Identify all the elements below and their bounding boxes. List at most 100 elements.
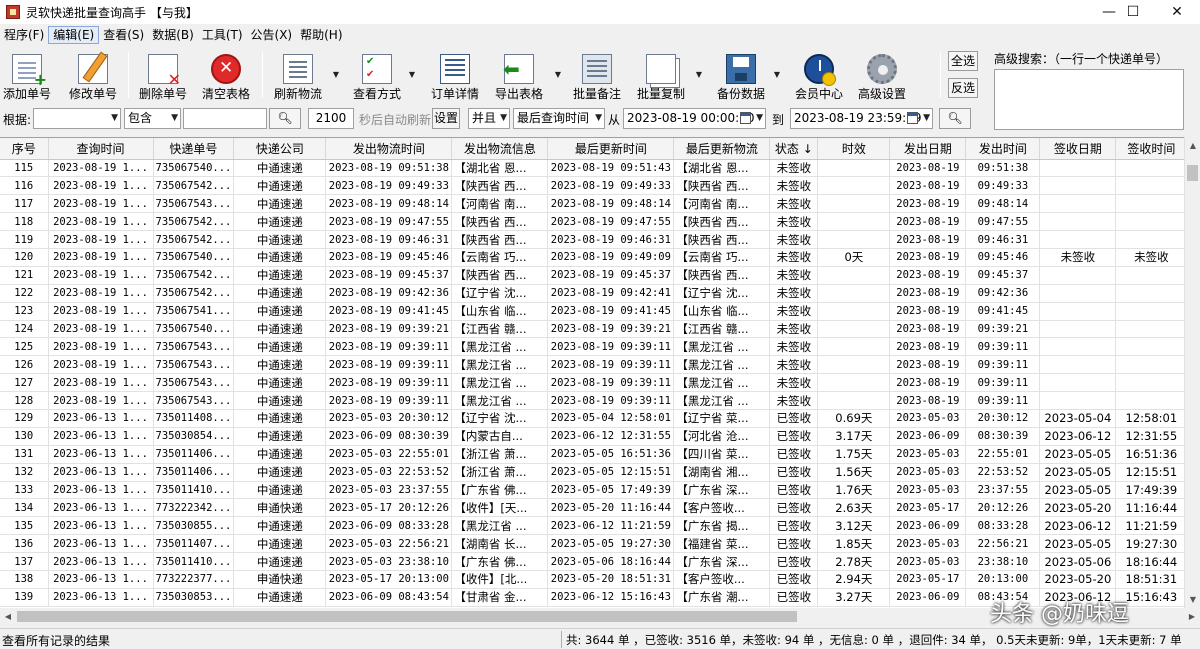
- table-row[interactable]: 115 2023-08-19 1... 735067540... 中通速递 2023-0…: [0, 159, 1188, 178]
- batch-note-button[interactable]: 批量备注: [572, 49, 622, 101]
- column-header[interactable]: 发出物流时间: [325, 138, 453, 160]
- order-detail-button[interactable]: 订单详情: [430, 49, 480, 101]
- keyword-input[interactable]: [183, 108, 267, 129]
- table-row[interactable]: 138 2023-06-13 1... 773222377... 申通快递 2023-0…: [0, 570, 1188, 589]
- horizontal-scroll-thumb[interactable]: [17, 611, 797, 622]
- table-row[interactable]: 134 2023-06-13 1... 773222342... 申通快递 2023-0…: [0, 498, 1188, 518]
- table-row[interactable]: 119 2023-08-19 1... 735067542... 中通速递 2023-0…: [0, 230, 1188, 249]
- logic-select[interactable]: 并且 ▼: [468, 108, 510, 129]
- select-all-button[interactable]: 全选: [948, 51, 978, 71]
- batch-copy-button[interactable]: 批量复制: [636, 49, 686, 101]
- pencil-icon: [78, 54, 108, 84]
- view-mode-button[interactable]: 查看方式: [352, 49, 402, 101]
- edit-number-button[interactable]: 修改单号: [68, 49, 118, 101]
- table-row[interactable]: 121 2023-08-19 1... 735067542... 中通速递 2023-0…: [0, 266, 1188, 285]
- floppy-disk-icon: [726, 54, 756, 84]
- table-cell: 735011407...: [153, 534, 235, 554]
- table-row[interactable]: 123 2023-08-19 1... 735067541... 中通速递 2023-0…: [0, 302, 1188, 321]
- scroll-left-arrow-icon[interactable]: ◀: [0, 608, 16, 625]
- export-table-button[interactable]: 导出表格: [494, 49, 544, 101]
- table-cell: 2023-05-04: [1039, 409, 1117, 428]
- table-row[interactable]: 136 2023-06-13 1... 735011407... 中通速递 2023-0…: [0, 534, 1188, 554]
- refresh-interval-input[interactable]: 2100: [308, 108, 354, 129]
- clear-table-button[interactable]: 清空表格: [201, 49, 251, 101]
- table-cell: 20:30:12: [965, 409, 1041, 428]
- backup-dropdown-arrow-icon[interactable]: ▼: [772, 70, 782, 80]
- table-row[interactable]: 133 2023-06-13 1... 735011410... 中通速递 2023-0…: [0, 481, 1188, 500]
- backup-data-button[interactable]: 备份数据: [714, 49, 768, 101]
- invert-selection-button[interactable]: 反选: [948, 78, 978, 98]
- table-cell: [1115, 176, 1188, 196]
- date-to-picker[interactable]: 2023-08-19 23:59:59 ▼: [790, 108, 933, 129]
- menu-notice[interactable]: 公告(X): [247, 26, 297, 44]
- column-header[interactable]: 发出日期: [889, 138, 967, 160]
- table-cell: 137: [0, 552, 49, 571]
- menu-edit[interactable]: 编辑(E): [48, 26, 100, 44]
- match-mode-select[interactable]: 包含 ▼: [124, 108, 181, 129]
- column-header[interactable]: 签收日期: [1039, 138, 1117, 160]
- scroll-right-arrow-icon[interactable]: ▶: [1184, 608, 1200, 625]
- menu-help[interactable]: 帮助(H): [296, 26, 346, 44]
- table-row[interactable]: 118 2023-08-19 1... 735067542... 中通速递 2023-0…: [0, 212, 1188, 232]
- date-search-button[interactable]: 🔍︎: [939, 108, 971, 129]
- table-row[interactable]: 125 2023-08-19 1... 735067543... 中通速递 2023-0…: [0, 337, 1188, 357]
- table-row[interactable]: 124 2023-08-19 1... 735067540... 中通速递 2023-0…: [0, 320, 1188, 339]
- column-header[interactable]: 快递公司: [233, 138, 327, 160]
- refresh-logistics-button[interactable]: 刷新物流: [273, 49, 323, 101]
- search-button[interactable]: 🔍︎: [269, 108, 301, 129]
- vertical-scroll-thumb[interactable]: [1187, 165, 1198, 181]
- set-interval-button[interactable]: 设置: [432, 108, 460, 129]
- table-cell: [817, 373, 891, 393]
- column-header[interactable]: 发出时间: [965, 138, 1041, 160]
- add-number-button[interactable]: 添加单号: [2, 49, 52, 101]
- vertical-scrollbar[interactable]: ▲ ▼: [1184, 137, 1200, 608]
- table-row[interactable]: 135 2023-06-13 1... 735030855... 中通速递 2023-0…: [0, 516, 1188, 536]
- scroll-up-arrow-icon[interactable]: ▲: [1185, 137, 1200, 154]
- column-header[interactable]: 签收时间: [1115, 138, 1188, 160]
- table-cell: 2023-05-20: [1039, 570, 1117, 589]
- export-dropdown-arrow-icon[interactable]: ▼: [553, 70, 563, 80]
- date-from-picker[interactable]: 2023-08-19 00:00:00 ▼: [623, 108, 766, 129]
- column-header[interactable]: 状态 ↓: [769, 138, 819, 160]
- menu-program[interactable]: 程序(F): [0, 26, 48, 44]
- table-cell: 未签收: [1039, 248, 1117, 267]
- table-cell: 09:46:31: [965, 230, 1041, 249]
- menu-view[interactable]: 查看(S): [99, 26, 148, 44]
- maximize-button[interactable]: ☐: [1110, 0, 1156, 24]
- table-row[interactable]: 130 2023-06-13 1... 735030854... 中通速递 2023-0…: [0, 427, 1188, 446]
- table-row[interactable]: 117 2023-08-19 1... 735067543... 中通速递 2023-0…: [0, 194, 1188, 214]
- column-header[interactable]: 查询时间: [48, 138, 154, 160]
- menu-data[interactable]: 数据(B): [148, 26, 198, 44]
- close-button[interactable]: ✕: [1154, 0, 1200, 24]
- delete-number-button[interactable]: 删除单号: [138, 49, 188, 101]
- table-row[interactable]: 126 2023-08-19 1... 735067543... 中通速递 2023-0…: [0, 355, 1188, 375]
- column-header[interactable]: 最后更新物流: [673, 138, 771, 160]
- refresh-dropdown-arrow-icon[interactable]: ▼: [331, 70, 341, 80]
- table-row[interactable]: 131 2023-06-13 1... 735011406... 中通速递 2023-0…: [0, 445, 1188, 464]
- table-row[interactable]: 129 2023-06-13 1... 735011408... 中通速递 2023-0…: [0, 409, 1188, 428]
- member-center-button[interactable]: 会员中心: [792, 49, 846, 101]
- column-header[interactable]: 快递单号: [153, 138, 235, 160]
- table-row[interactable]: 122 2023-08-19 1... 735067542... 中通速递 2023-0…: [0, 284, 1188, 303]
- table-row[interactable]: 127 2023-08-19 1... 735067543... 中通速递 2023-0…: [0, 373, 1188, 393]
- table-cell: 2023-08-19 09:46:31: [325, 230, 453, 249]
- column-header[interactable]: 序号: [0, 138, 49, 160]
- advanced-settings-button[interactable]: 高级设置: [855, 49, 909, 101]
- table-cell: 2023-08-19 09:41:45: [547, 302, 675, 321]
- table-row[interactable]: 120 2023-08-19 1... 735067540... 中通速递 2023-0…: [0, 248, 1188, 267]
- table-row[interactable]: 128 2023-08-19 1... 735067543... 中通速递 2023-0…: [0, 391, 1188, 410]
- advanced-search-textarea[interactable]: [994, 69, 1184, 130]
- refresh-document-icon: [283, 54, 313, 84]
- table-row[interactable]: 116 2023-08-19 1... 735067542... 中通速递 2023-0…: [0, 176, 1188, 196]
- time-field-select[interactable]: 最后查询时间 ▼: [513, 108, 605, 129]
- menu-tools[interactable]: 工具(T): [198, 26, 247, 44]
- scroll-down-arrow-icon[interactable]: ▼: [1185, 591, 1200, 608]
- column-header[interactable]: 最后更新时间: [547, 138, 675, 160]
- column-header[interactable]: 发出物流信息: [451, 138, 549, 160]
- table-row[interactable]: 137 2023-06-13 1... 735011410... 中通速递 2023-0…: [0, 552, 1188, 571]
- column-header[interactable]: 时效: [817, 138, 891, 160]
- filter-field-select[interactable]: ▼: [33, 108, 121, 129]
- view-mode-dropdown-arrow-icon[interactable]: ▼: [407, 70, 417, 80]
- table-row[interactable]: 132 2023-06-13 1... 735011406... 中通速递 2023-0…: [0, 463, 1188, 482]
- copy-dropdown-arrow-icon[interactable]: ▼: [694, 70, 704, 80]
